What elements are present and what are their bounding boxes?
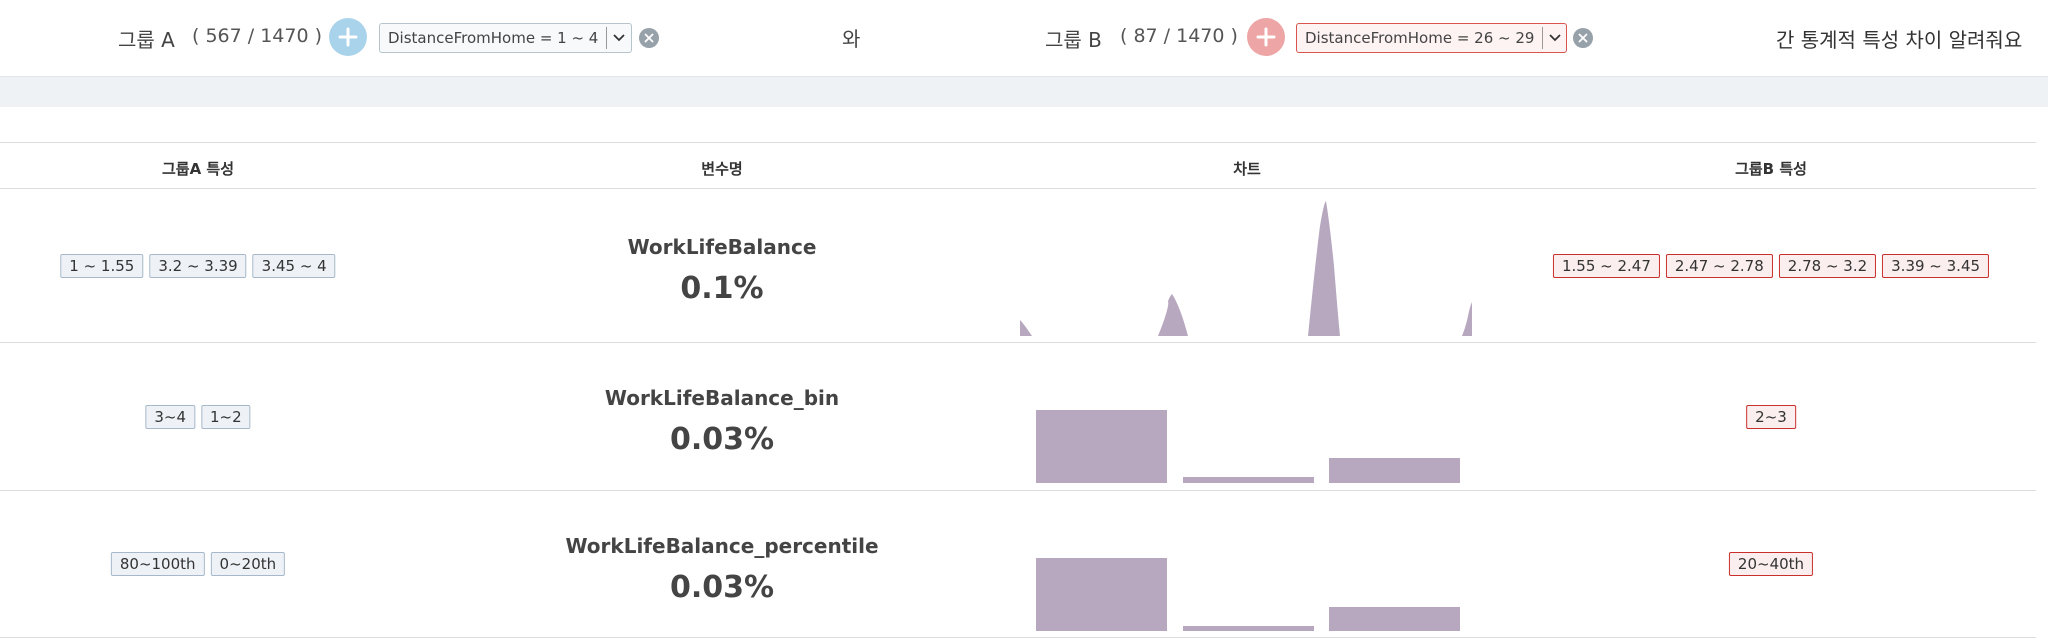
- group-a-label: 그룹 A: [118, 28, 175, 52]
- variable-difference-percent: 0.1%: [680, 271, 764, 306]
- group-a-tags: 3~4 1~2: [145, 405, 251, 429]
- group-b-label: 그룹 B: [1045, 28, 1102, 52]
- row-divider: [0, 637, 2036, 638]
- conjunction-label: 와: [842, 27, 861, 51]
- histogram-bar: [1183, 477, 1314, 483]
- chevron-down-icon[interactable]: [607, 34, 631, 42]
- histogram-chart: [1036, 410, 1460, 483]
- group-a-tag: 1~2: [201, 405, 251, 429]
- group-b-tag: 20~40th: [1728, 552, 1814, 576]
- variable-name: WorkLifeBalance_percentile: [565, 534, 879, 558]
- group-a-tag: 0~20th: [210, 552, 286, 576]
- group-b-tag: 2~3: [1746, 405, 1796, 429]
- clear-group-b-filter-button[interactable]: [1573, 28, 1593, 48]
- clear-group-a-filter-button[interactable]: [639, 28, 659, 48]
- group-b-tag: 3.39 ~ 3.45: [1882, 254, 1990, 278]
- variable-difference-percent: 0.03%: [669, 570, 775, 605]
- group-b-count: ( 87 / 1470 ): [1120, 25, 1238, 47]
- group-a-tag: 3.45 ~ 4: [252, 254, 336, 278]
- group-b-tags: 20~40th: [1728, 552, 1814, 576]
- group-a-filter-value: DistanceFromHome = 1 ~ 4: [388, 29, 599, 47]
- group-b-tags: 1.55 ~ 2.47 2.47 ~ 2.78 2.78 ~ 3.2 3.39 …: [1552, 254, 1990, 278]
- column-header-variable: 변수명: [701, 160, 743, 178]
- group-b-tag: 1.55 ~ 2.47: [1552, 254, 1660, 278]
- group-a-filter-select[interactable]: DistanceFromHome = 1 ~ 4: [379, 23, 632, 53]
- add-group-b-filter-button[interactable]: [1247, 18, 1285, 56]
- column-header-group-a: 그룹A 특성: [161, 160, 235, 178]
- plus-icon: [1256, 27, 1276, 47]
- group-a-tag: 1 ~ 1.55: [60, 254, 144, 278]
- plus-icon: [338, 27, 358, 47]
- header-bottom-border: [0, 188, 2036, 189]
- group-b-tags: 2~3: [1746, 405, 1796, 429]
- column-header-chart: 차트: [1233, 160, 1261, 178]
- query-bar: 그룹 A ( 567 / 1470 ) DistanceFromHome = 1…: [0, 0, 2048, 77]
- group-a-tag: 3.2 ~ 3.39: [149, 254, 247, 278]
- density-area: [1020, 201, 1472, 336]
- histogram-bar: [1329, 458, 1460, 483]
- group-a-tag: 3~4: [145, 405, 195, 429]
- group-a-count: ( 567 / 1470 ): [192, 25, 323, 47]
- close-icon: [1578, 33, 1588, 43]
- add-group-a-filter-button[interactable]: [329, 18, 367, 56]
- histogram-chart: [1036, 558, 1460, 631]
- variable-name: WorkLifeBalance: [627, 235, 817, 259]
- group-b-tag: 2.47 ~ 2.78: [1665, 254, 1773, 278]
- density-chart: [1020, 201, 1472, 336]
- histogram-bar: [1036, 410, 1167, 483]
- group-a-tags: 1 ~ 1.55 3.2 ~ 3.39 3.45 ~ 4: [60, 254, 336, 278]
- close-icon: [644, 33, 654, 43]
- column-header-group-b: 그룹B 특성: [1735, 160, 1807, 178]
- group-b-tag: 2.78 ~ 3.2: [1778, 254, 1877, 278]
- group-a-tag: 80~100th: [110, 552, 205, 576]
- row-divider: [0, 342, 2036, 343]
- histogram-bar: [1183, 626, 1314, 631]
- group-b-filter-select[interactable]: DistanceFromHome = 26 ~ 29: [1296, 23, 1567, 53]
- group-a-tags: 80~100th 0~20th: [110, 552, 286, 576]
- table-top-border: [0, 142, 2036, 143]
- histogram-bar: [1329, 607, 1460, 631]
- group-b-filter-value: DistanceFromHome = 26 ~ 29: [1305, 29, 1535, 47]
- histogram-bar: [1036, 558, 1167, 631]
- variable-name: WorkLifeBalance_bin: [604, 386, 840, 410]
- query-suffix: 간 통계적 특성 차이 알려줘요: [1776, 28, 2023, 52]
- row-divider: [0, 490, 2036, 491]
- section-divider-band: [0, 77, 2048, 107]
- chevron-down-icon[interactable]: [1543, 34, 1566, 42]
- variable-difference-percent: 0.03%: [669, 422, 775, 457]
